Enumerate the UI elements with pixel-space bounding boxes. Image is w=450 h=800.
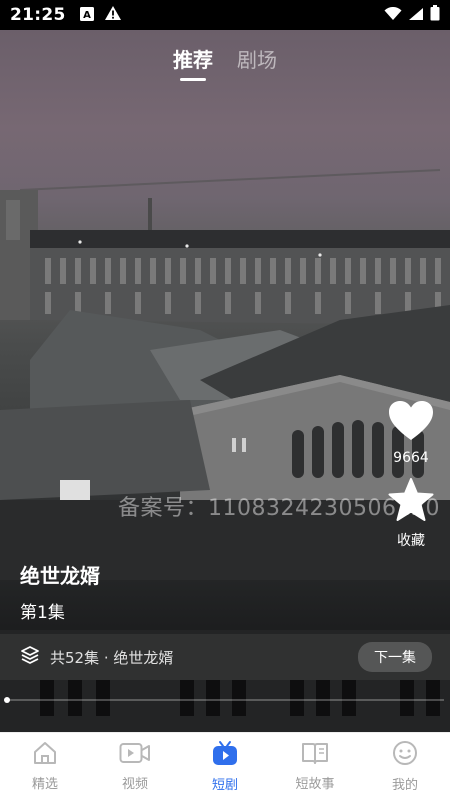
nav-label: 我的 bbox=[391, 778, 418, 793]
nav-item-short-story[interactable]: 短故事 bbox=[270, 733, 360, 800]
progress-bar[interactable] bbox=[4, 697, 444, 703]
video-frame-image bbox=[0, 169, 450, 732]
status-time: 21:25 bbox=[10, 5, 66, 25]
collect-button[interactable]: 收藏 bbox=[388, 478, 434, 550]
nav-item-mine[interactable]: 我的 bbox=[360, 733, 450, 800]
nav-label: 短剧 bbox=[211, 778, 238, 793]
smiley-face-icon bbox=[392, 740, 418, 770]
status-bar: 21:25 A bbox=[0, 0, 450, 30]
like-button[interactable]: 9664 bbox=[388, 400, 434, 466]
heart-icon bbox=[388, 400, 434, 446]
nav-item-short-drama[interactable]: 短剧 bbox=[180, 733, 270, 800]
home-icon bbox=[32, 741, 58, 769]
nav-label: 精选 bbox=[31, 777, 58, 792]
series-bar[interactable]: 共52集 · 绝世龙婿 下一集 bbox=[0, 634, 450, 680]
nav-item-featured[interactable]: 精选 bbox=[0, 733, 90, 800]
battery-icon bbox=[430, 5, 440, 25]
series-summary: 共52集 · 绝世龙婿 bbox=[50, 648, 174, 667]
collect-label: 收藏 bbox=[397, 533, 425, 549]
layers-icon bbox=[20, 645, 40, 669]
tab-recommend[interactable]: 推荐 bbox=[173, 44, 213, 81]
action-column: 9664 收藏 bbox=[386, 400, 436, 550]
font-a-icon: A bbox=[79, 6, 94, 25]
top-tabs: 推荐 剧场 bbox=[0, 44, 450, 81]
warning-icon bbox=[104, 5, 122, 25]
like-count: 9664 bbox=[393, 450, 429, 466]
star-icon bbox=[388, 478, 434, 526]
book-icon bbox=[301, 741, 329, 769]
progress-handle[interactable] bbox=[4, 697, 10, 703]
drama-title: 绝世龙婿 bbox=[20, 564, 100, 588]
wifi-icon bbox=[384, 6, 402, 25]
tv-play-icon bbox=[212, 740, 238, 770]
video-icon bbox=[119, 741, 151, 769]
signal-icon bbox=[408, 6, 424, 25]
tab-theater[interactable]: 剧场 bbox=[237, 44, 277, 81]
svg-text:A: A bbox=[83, 10, 91, 21]
nav-label: 短故事 bbox=[295, 777, 335, 792]
next-episode-button[interactable]: 下一集 bbox=[358, 642, 432, 672]
nav-label: 视频 bbox=[121, 777, 148, 792]
bottom-nav: 精选 视频 短剧 短故事 我的 bbox=[0, 732, 450, 800]
nav-item-video[interactable]: 视频 bbox=[90, 733, 180, 800]
video-player[interactable]: 推荐 剧场 备案号：1108324230506120 9664 收藏 绝世龙婿 … bbox=[0, 30, 450, 732]
episode-number: 第1集 bbox=[20, 603, 65, 623]
